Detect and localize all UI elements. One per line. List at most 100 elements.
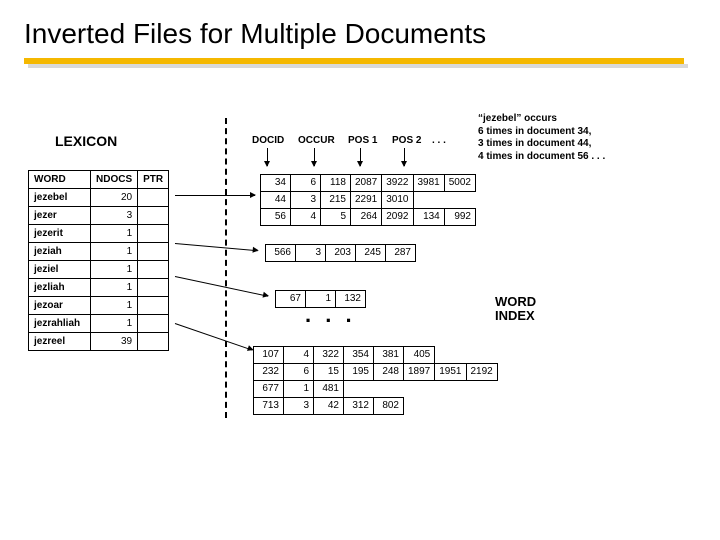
lex-ptr xyxy=(138,279,169,297)
cell: 1 xyxy=(306,291,336,308)
posting-row: 3461182087392239815002 xyxy=(261,175,476,192)
cell: 5 xyxy=(321,209,351,226)
arrow-jezreel xyxy=(175,323,253,351)
header-arrow-pos1 xyxy=(360,148,361,166)
posting-row: 56452642092134992 xyxy=(261,209,476,226)
lex-ndocs: 20 xyxy=(91,189,138,207)
cell: 2192 xyxy=(466,364,497,381)
lex-ptr xyxy=(138,243,169,261)
cell: 15 xyxy=(314,364,344,381)
cell: 132 xyxy=(336,291,366,308)
cell: 1951 xyxy=(435,364,466,381)
lexicon-label: LEXICON xyxy=(55,133,117,149)
lex-word: jezrahliah xyxy=(29,315,91,333)
cell: 2087 xyxy=(351,175,382,192)
cell: 992 xyxy=(444,209,475,226)
note-line: 4 times in document 56 . . . xyxy=(478,151,605,164)
lex-word: jezliah xyxy=(29,279,91,297)
wordindex-label: WORD INDEX xyxy=(495,295,536,324)
cell: 5002 xyxy=(444,175,475,192)
cell: 44 xyxy=(261,192,291,209)
cell: 713 xyxy=(254,398,284,415)
cell: 312 xyxy=(344,398,374,415)
cell: 381 xyxy=(374,347,404,364)
lex-ptr xyxy=(138,315,169,333)
lex-ndocs: 1 xyxy=(91,297,138,315)
cell: 405 xyxy=(404,347,435,364)
cell: 232 xyxy=(254,364,284,381)
cell: 195 xyxy=(344,364,374,381)
lex-ptr xyxy=(138,207,169,225)
cell: 67 xyxy=(276,291,306,308)
lex-row: jezer3 xyxy=(29,207,169,225)
cell: 802 xyxy=(374,398,404,415)
cell: 2291 xyxy=(351,192,382,209)
lex-word: jezoar xyxy=(29,297,91,315)
posting-jezreel: 1074322354381405 23261519524818971951219… xyxy=(253,346,498,415)
note-line: “jezebel” occurs xyxy=(478,113,605,126)
lex-word: jezerit xyxy=(29,225,91,243)
annotation-note: “jezebel” occurs 6 times in document 34,… xyxy=(478,113,605,163)
note-line: 6 times in document 34, xyxy=(478,126,605,139)
posting-row: 671132 xyxy=(276,291,366,308)
lex-ndocs: 39 xyxy=(91,333,138,351)
wordindex-l2: INDEX xyxy=(495,309,536,323)
cell: 3 xyxy=(284,398,314,415)
posting-row: 713342312802 xyxy=(254,398,498,415)
cell: 3 xyxy=(291,192,321,209)
cell: 1 xyxy=(284,381,314,398)
arrow-jeziah xyxy=(175,243,258,251)
lex-ptr xyxy=(138,261,169,279)
cell: 322 xyxy=(314,347,344,364)
lex-row: jezebel20 xyxy=(29,189,169,207)
lex-row: jezrahliah1 xyxy=(29,315,169,333)
cell: 3 xyxy=(296,245,326,262)
title-underline-shadow xyxy=(28,64,688,68)
arrow-jezliah xyxy=(175,276,268,297)
cell: 2092 xyxy=(382,209,413,226)
cell: 287 xyxy=(386,245,416,262)
cell: 4 xyxy=(291,209,321,226)
posting-jezebel: 3461182087392239815002 44321522913010 56… xyxy=(260,174,476,226)
header-arrow-docid xyxy=(267,148,268,166)
lex-word: jeziah xyxy=(29,243,91,261)
header-occur: OCCUR xyxy=(298,135,335,146)
lex-ndocs: 1 xyxy=(91,315,138,333)
lex-row: jeziah1 xyxy=(29,243,169,261)
header-pos1: POS 1 xyxy=(348,135,377,146)
cell: 134 xyxy=(413,209,444,226)
lex-ndocs: 1 xyxy=(91,279,138,297)
posting-jezliah: 671132 xyxy=(275,290,366,308)
lex-word: jezebel xyxy=(29,189,91,207)
cell: 42 xyxy=(314,398,344,415)
cell: 354 xyxy=(344,347,374,364)
cell: 56 xyxy=(261,209,291,226)
cell: 566 xyxy=(266,245,296,262)
cell: 203 xyxy=(326,245,356,262)
header-arrow-pos2 xyxy=(404,148,405,166)
header-pos2: POS 2 xyxy=(392,135,421,146)
lex-ndocs: 1 xyxy=(91,225,138,243)
posting-row: 232615195248189719512192 xyxy=(254,364,498,381)
lex-ptr xyxy=(138,297,169,315)
posting-row: 1074322354381405 xyxy=(254,347,498,364)
cell: 1897 xyxy=(404,364,435,381)
note-line: 3 times in document 44, xyxy=(478,138,605,151)
lex-row: jezerit1 xyxy=(29,225,169,243)
lex-word: jezreel xyxy=(29,333,91,351)
lexicon-table: WORD NDOCS PTR jezebel20 jezer3 jezerit1… xyxy=(28,170,169,351)
wordindex-l1: WORD xyxy=(495,295,536,309)
posting-jeziah: 5663203245287 xyxy=(265,244,416,262)
lex-word: jeziel xyxy=(29,261,91,279)
cell: 118 xyxy=(321,175,351,192)
lex-col-ptr: PTR xyxy=(138,171,169,189)
cell: 264 xyxy=(351,209,382,226)
arrow-jezebel xyxy=(175,195,255,196)
lex-row: jezoar1 xyxy=(29,297,169,315)
header-arrow-occur xyxy=(314,148,315,166)
title-underline xyxy=(24,58,684,64)
lex-row: jezliah1 xyxy=(29,279,169,297)
cell: 6 xyxy=(284,364,314,381)
cell: 245 xyxy=(356,245,386,262)
cell: 481 xyxy=(314,381,344,398)
